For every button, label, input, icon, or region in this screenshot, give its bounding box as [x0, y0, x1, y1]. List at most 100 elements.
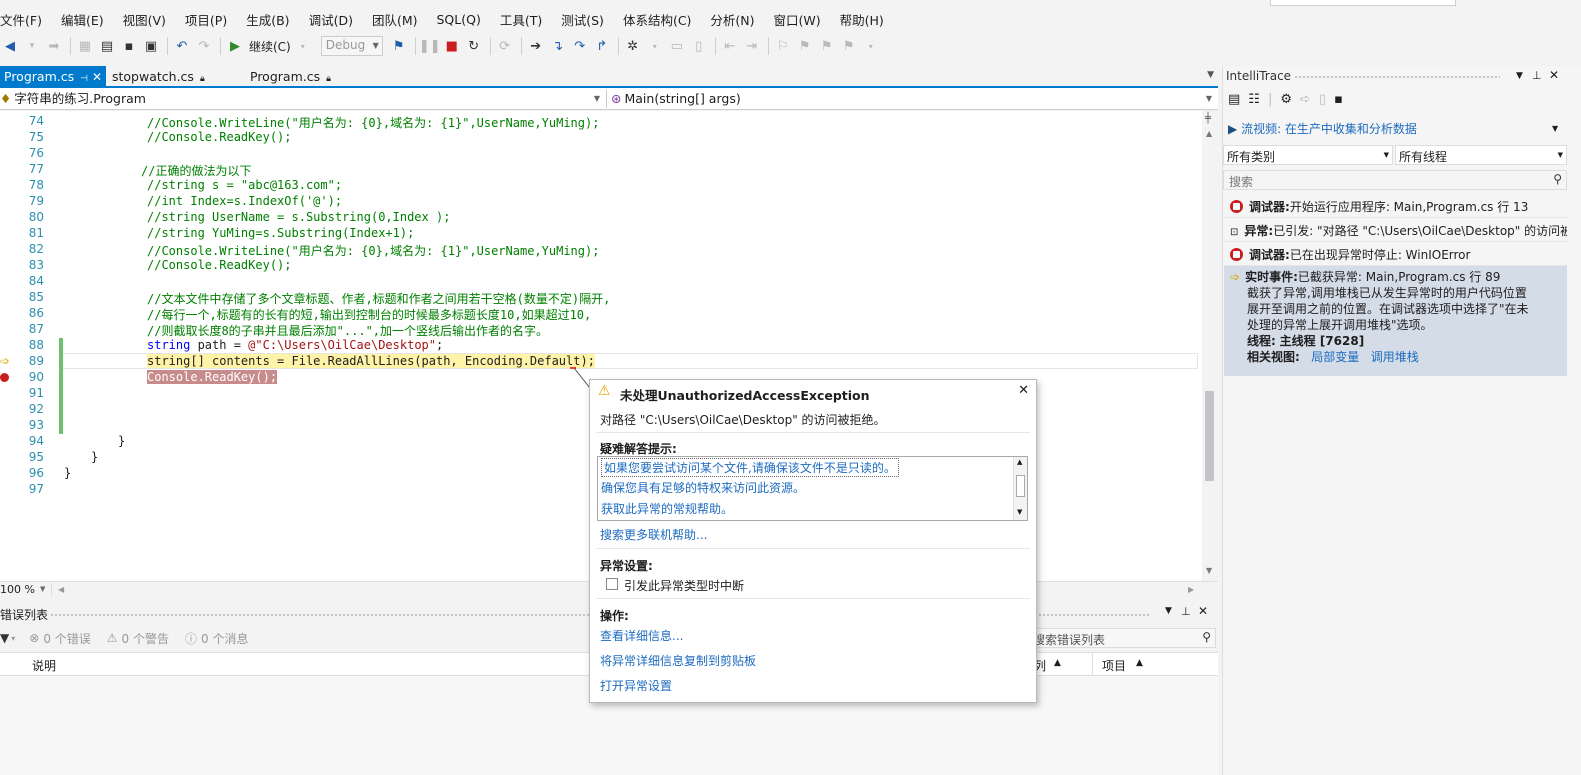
scroll-thumb[interactable] — [1205, 391, 1214, 481]
search-more-link[interactable]: 搜索更多联机帮助... — [600, 526, 707, 543]
uncomment-icon[interactable]: ▯ — [689, 36, 709, 56]
member-selector[interactable]: ⊛ Main(string[] args) ▼ — [606, 90, 1216, 108]
save-icon[interactable]: ▪ — [119, 36, 139, 56]
panel-dropdown-icon[interactable]: ▼ — [1516, 71, 1523, 81]
call-stack-link[interactable]: 调用堆栈 — [1371, 350, 1419, 364]
menu-tools[interactable]: 工具(T) — [490, 10, 551, 29]
navigate-icon[interactable]: ➪ — [1300, 92, 1311, 110]
forward-icon[interactable]: ▾ — [22, 36, 42, 56]
scroll-up-icon[interactable]: ▲ — [1206, 129, 1212, 138]
step-into-icon[interactable]: ↴ — [548, 36, 568, 56]
clear-bookmarks-icon[interactable]: ⚑ — [839, 36, 859, 56]
errors-filter[interactable]: 0 个错误 — [43, 630, 90, 647]
indent-icon[interactable]: ⇤ — [720, 36, 740, 56]
editor-vertical-scrollbar[interactable]: ╪ ▲ ▼ — [1202, 111, 1218, 581]
close-icon[interactable]: ✕ — [92, 70, 102, 84]
breakpoint-icon[interactable] — [0, 373, 9, 382]
menu-project[interactable]: 项目(P) — [175, 10, 236, 29]
new-project-icon[interactable]: ▦ — [75, 36, 95, 56]
hot-reload-icon[interactable]: ⟳ — [495, 36, 515, 56]
pin-icon[interactable]: ⊣ — [80, 74, 88, 84]
continue-button[interactable]: 继续(C) — [249, 38, 291, 55]
show-next-statement-icon[interactable]: ➔ — [526, 36, 546, 56]
attach-process-icon[interactable]: ⚑ — [389, 36, 409, 56]
outdent-icon[interactable]: ⇥ — [742, 36, 762, 56]
hint-link[interactable]: 获取此异常的常规帮助。 — [601, 500, 733, 517]
scroll-thumb[interactable] — [1016, 475, 1025, 497]
hint-link[interactable]: 确保您具有足够的特权来访问此资源。 — [601, 479, 805, 496]
search-icon[interactable]: ⚲ — [1202, 630, 1211, 644]
next-bookmark-icon[interactable]: ⚑ — [817, 36, 837, 56]
chevron-down-icon[interactable]: ▼ — [1552, 124, 1558, 133]
menu-window[interactable]: 窗口(W) — [764, 10, 830, 29]
restart-icon[interactable]: ↻ — [464, 36, 484, 56]
list-view-icon[interactable]: ▤ — [1228, 92, 1240, 110]
chevron-down-icon[interactable]: ▾ — [11, 634, 15, 643]
tab-program-cs[interactable]: Program.cs ⊣ ✕ — [0, 66, 106, 88]
filter-icon[interactable]: ▼ — [0, 631, 9, 645]
save-icon[interactable]: ▪ — [1334, 92, 1343, 110]
toolbar-more-icon[interactable]: ▾ — [645, 36, 665, 56]
menu-team[interactable]: 团队(M) — [362, 10, 427, 29]
messages-filter[interactable]: 0 个消息 — [201, 630, 248, 647]
step-over-icon[interactable]: ↷ — [570, 36, 590, 56]
menu-build[interactable]: 生成(B) — [236, 10, 298, 29]
break-on-exception-checkbox[interactable] — [606, 578, 618, 590]
save-all-icon[interactable]: ▣ — [141, 36, 161, 56]
panel-dropdown-icon[interactable]: ▼ — [1165, 606, 1172, 616]
hint-link[interactable]: 如果您要尝试访问某个文件,请确保该文件不是只读的。 — [601, 458, 899, 477]
solution-config-select[interactable]: Debug ▼ — [320, 36, 383, 56]
scroll-down-icon[interactable]: ▼ — [1017, 508, 1022, 516]
continue-icon[interactable]: ▶ — [225, 36, 245, 56]
comment-icon[interactable]: ▭ — [667, 36, 687, 56]
event-item[interactable]: ⊡ 异常:已引发: "对路径 "C:\Users\OilCae\Desktop" … — [1224, 220, 1567, 242]
pin-icon[interactable]: ⊥ — [1532, 69, 1542, 82]
tree-view-icon[interactable]: ☷ — [1248, 92, 1260, 110]
quick-launch-box[interactable] — [1270, 0, 1456, 6]
copy-detail-link[interactable]: 将异常详细信息复制到剪贴板 — [600, 652, 756, 669]
view-detail-link[interactable]: 查看详细信息... — [600, 627, 683, 644]
locals-link[interactable]: 局部变量 — [1311, 350, 1359, 364]
event-item[interactable]: 调试器:开始运行应用程序: Main,Program.cs 行 13 — [1224, 196, 1567, 218]
live-event-item[interactable]: ➩ 实时事件:已截获异常: Main,Program.cs 行 89 截获了异常,… — [1224, 266, 1567, 376]
back-icon[interactable]: ◀ — [0, 36, 20, 56]
undo-icon[interactable]: ↶ — [172, 36, 192, 56]
menu-view[interactable]: 视图(V) — [113, 10, 175, 29]
menu-analyze[interactable]: 分析(N) — [700, 10, 763, 29]
open-log-icon[interactable]: ▯ — [1319, 92, 1326, 110]
menu-debug[interactable]: 调试(D) — [299, 10, 362, 29]
step-out-icon[interactable]: ↱ — [592, 36, 612, 56]
pin-icon[interactable]: ⊥ — [1181, 605, 1191, 618]
warnings-filter[interactable]: 0 个警告 — [122, 630, 169, 647]
menu-help[interactable]: 帮助(H) — [830, 10, 893, 29]
menu-edit[interactable]: 编辑(E) — [51, 10, 113, 29]
prev-bookmark-icon[interactable]: ⚑ — [795, 36, 815, 56]
hints-scrollbar[interactable]: ▲ ▼ — [1013, 457, 1027, 520]
error-search-input[interactable]: 搜索错误列表 ⚲ — [1018, 628, 1216, 648]
open-file-icon[interactable]: ▤ — [97, 36, 117, 56]
menu-file[interactable]: 文件(F) — [0, 10, 51, 29]
intellitrace-search-input[interactable]: 搜索 ⚲ — [1223, 170, 1567, 190]
menu-sql[interactable]: SQL(Q) — [427, 12, 490, 27]
scroll-left-icon[interactable]: ◀ — [58, 585, 64, 594]
category-select[interactable]: 所有类别 ▼ — [1223, 145, 1393, 165]
redo-icon[interactable]: ↷ — [194, 36, 214, 56]
navigate-forward-icon[interactable]: ➡ — [44, 36, 64, 56]
continue-dropdown-icon[interactable]: ▾ — [293, 36, 313, 56]
stop-debugging-icon[interactable]: ■ — [442, 36, 462, 56]
chevron-down-icon[interactable]: ▼ — [40, 585, 45, 593]
scroll-right-icon[interactable]: ▶ — [1188, 585, 1194, 594]
class-selector[interactable]: ♦ 字符串的练习.Program ▼ — [0, 90, 604, 108]
menu-architecture[interactable]: 体系结构(C) — [613, 10, 700, 29]
pause-icon[interactable]: ❚❚ — [419, 36, 441, 56]
menu-test[interactable]: 测试(S) — [551, 10, 613, 29]
thread-select[interactable]: 所有线程 ▼ — [1395, 145, 1567, 165]
open-exception-settings-link[interactable]: 打开异常设置 — [600, 677, 672, 694]
tab-stopwatch-cs[interactable]: stopwatch.cs 🔒︎ — [108, 66, 205, 88]
bookmark-icon[interactable]: ⚐ — [773, 36, 793, 56]
close-icon[interactable]: ✕ — [1549, 68, 1559, 82]
split-icon[interactable]: ╪ — [1205, 113, 1211, 124]
scroll-down-icon[interactable]: ▼ — [1206, 566, 1212, 575]
settings-icon[interactable]: ⚙ — [1280, 92, 1292, 110]
tab-program-cs-2[interactable]: Program.cs 🔒︎ — [246, 66, 331, 88]
